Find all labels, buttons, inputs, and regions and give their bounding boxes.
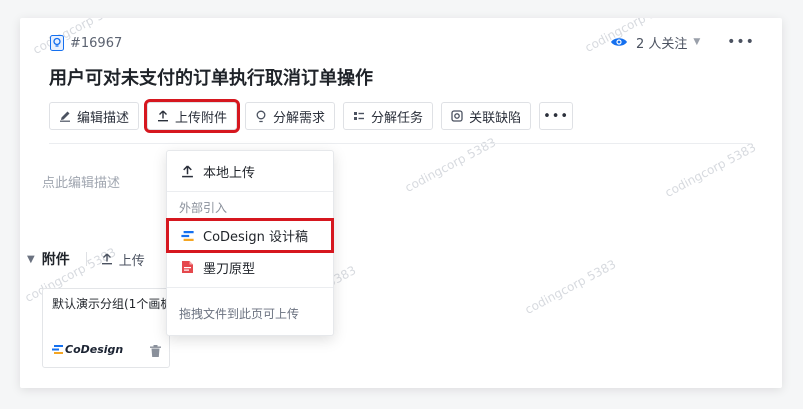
issue-id-text: #16967 (70, 35, 123, 51)
action-toolbar: 编辑描述 上传附件 分解需求 分解任务 关联缺陷 ••• (49, 99, 574, 133)
bulb-icon (255, 110, 267, 123)
menu-item-modao[interactable]: 墨刀原型 (167, 252, 333, 282)
watermark: codingcorp 5383 (402, 135, 499, 195)
edit-description-button[interactable]: 编辑描述 (49, 102, 140, 130)
attachment-card[interactable]: 默认演示分组(1个画板) CoDesign (42, 288, 170, 368)
menu-item-codesign[interactable]: CoDesign 设计稿 (166, 218, 334, 253)
codesign-brand-label: CoDesign (65, 343, 124, 356)
link-defect-label: 关联缺陷 (469, 110, 522, 126)
split-requirement-label: 分解需求 (273, 110, 326, 126)
attachments-title: 附件 (41, 252, 70, 268)
chevron-down-icon: ▼ (693, 37, 701, 47)
pencil-icon (59, 110, 71, 122)
defect-icon (451, 110, 463, 122)
upload-icon (101, 253, 113, 265)
codesign-brand: CoDesign (52, 343, 123, 356)
attachments-upload-label: 上传 (118, 253, 145, 269)
upload-attachment-button[interactable]: 上传附件 (144, 99, 241, 133)
edit-description-label: 编辑描述 (77, 110, 130, 126)
split-requirement-button[interactable]: 分解需求 (245, 102, 336, 130)
upload-icon (157, 110, 169, 122)
attachment-name: 默认演示分组(1个画板) (52, 297, 170, 311)
requirement-icon (50, 35, 64, 51)
page-title: 用户可对未支付的订单执行取消订单操作 (49, 68, 373, 89)
divider (85, 252, 87, 266)
upload-attachment-label: 上传附件 (175, 110, 228, 126)
upload-icon (179, 165, 195, 178)
trash-icon[interactable] (150, 345, 161, 357)
codesign-logo-icon (179, 230, 195, 241)
watch-count: 2 人关注 (636, 36, 688, 52)
more-actions-button[interactable]: ••• (727, 32, 754, 52)
watermark: codingcorp 5383 (662, 140, 759, 200)
link-defect-button[interactable]: 关联缺陷 (441, 102, 532, 130)
task-list-icon (353, 110, 365, 122)
attachments-upload-button[interactable]: 上传 (101, 250, 145, 269)
menu-divider (167, 287, 333, 288)
drag-upload-hint: 拖拽文件到此页可上传 (179, 307, 300, 321)
upload-dropdown-menu: 本地上传 外部引入 CoDesign 设计稿 墨刀原型 拖拽文件到此页可上传 (166, 150, 334, 336)
split-task-button[interactable]: 分解任务 (343, 102, 434, 130)
codesign-logo-icon (52, 345, 63, 354)
menu-divider (167, 191, 333, 192)
menu-group-label: 外部引入 (179, 201, 228, 215)
description-editor[interactable]: 点此编辑描述 (42, 172, 120, 191)
menu-item-label: 墨刀原型 (203, 261, 256, 277)
modao-logo-icon (179, 260, 195, 274)
watermark: codingcorp 5383 (522, 257, 619, 317)
issue-id: #16967 (50, 33, 122, 53)
menu-item-label: CoDesign 设计稿 (203, 230, 309, 245)
divider (49, 143, 751, 144)
menu-item-label: 本地上传 (203, 165, 256, 181)
toolbar-more-button[interactable]: ••• (539, 102, 574, 130)
attachments-header: ▼ 附件 上传 (27, 248, 145, 270)
menu-item-local-upload[interactable]: 本地上传 (167, 156, 333, 186)
watch-toggle[interactable]: 2 人关注 ▼ (610, 31, 700, 53)
eye-icon (610, 36, 628, 48)
chevron-down-icon[interactable]: ▼ (27, 254, 35, 265)
issue-card: codingcorp 5383 codingcorp 5383 codingco… (20, 18, 782, 388)
split-task-label: 分解任务 (371, 110, 424, 126)
